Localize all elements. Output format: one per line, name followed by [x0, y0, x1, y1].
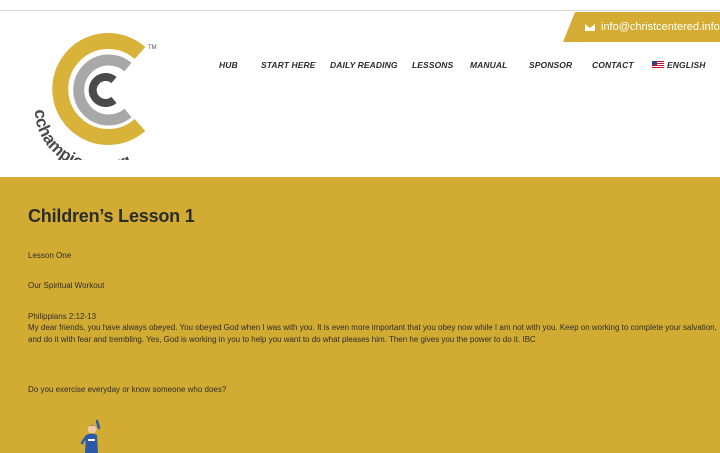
logo-tm: TM: [148, 45, 157, 51]
lesson-question: Do you exercise everyday or know someone…: [28, 385, 227, 394]
scripture-verse: My dear friends, you have always obeyed.…: [28, 323, 717, 344]
lesson-subtitle: Our Spiritual Workout: [28, 281, 105, 290]
nav-item-language[interactable]: ENGLISH: [652, 60, 705, 70]
nav-item-sponsor[interactable]: SPONSOR: [529, 60, 572, 70]
nav-item-daily-reading[interactable]: DAILY READING: [330, 60, 398, 70]
lesson-content: Children’s Lesson 1 Lesson One Our Spiri…: [0, 177, 720, 453]
nav-item-hub[interactable]: HUB: [219, 60, 238, 70]
page-title: Children’s Lesson 1: [28, 206, 195, 226]
email-link[interactable]: info@christcentered.info: [601, 21, 720, 33]
nav-item-start-here[interactable]: START HERE: [261, 60, 316, 70]
nav-item-contact[interactable]: CONTACT: [592, 60, 634, 70]
main-nav: HUB START HERE DAILY READING LESSONS MAN…: [0, 60, 720, 74]
email-bar[interactable]: info@christcentered.info: [563, 12, 720, 42]
logo-inner-ring: [88, 73, 117, 107]
exercising-child-illustration: [80, 419, 101, 453]
mail-icon: [585, 23, 595, 31]
language-label: ENGLISH: [667, 60, 706, 70]
nav-item-lessons[interactable]: LESSONS: [412, 60, 453, 70]
us-flag-icon: [652, 61, 664, 68]
lesson-number: Lesson One: [28, 251, 72, 260]
site-logo[interactable]: TM cchampions.org: [30, 25, 180, 160]
top-divider: [0, 10, 720, 11]
nav-item-manual[interactable]: MANUAL: [470, 60, 507, 70]
